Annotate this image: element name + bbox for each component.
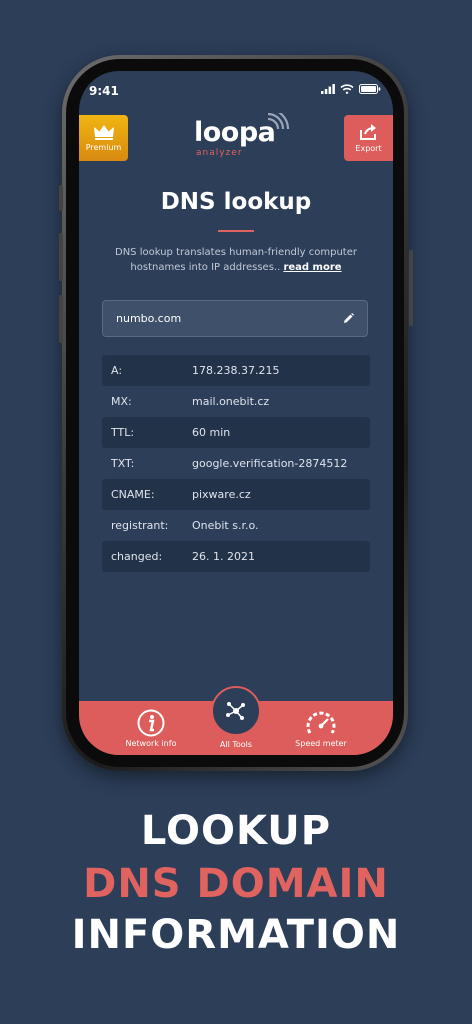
side-button — [59, 185, 63, 211]
table-row: MX: mail.onebit.cz — [102, 386, 370, 417]
logo-subtitle: analyzer — [196, 148, 243, 158]
record-key: TTL: — [111, 426, 135, 439]
domain-search-field[interactable] — [102, 300, 368, 337]
export-label: Export — [355, 144, 382, 153]
premium-button[interactable]: Premium — [79, 115, 128, 161]
headline-line-2: DNS DOMAIN — [83, 861, 389, 907]
status-time: 9:41 — [89, 84, 119, 98]
record-value: pixware.cz — [192, 488, 251, 501]
headline-line-3: INFORMATION — [71, 912, 401, 958]
dns-records-table: A: 178.238.37.215 MX: mail.onebit.cz TTL… — [102, 355, 370, 572]
network-hub-icon — [226, 702, 245, 720]
volume-down-button — [59, 295, 63, 343]
export-button[interactable]: Export — [344, 115, 393, 161]
record-value: google.verification-2874512 — [192, 457, 348, 470]
table-row: TXT: google.verification-2874512 — [102, 448, 370, 479]
phone-screen: 9:41 Premium loopa analyzer Export DNS l… — [79, 71, 393, 755]
record-key: TXT: — [111, 457, 135, 470]
page-title: DNS lookup — [160, 189, 312, 215]
tab-label: All Tools — [219, 740, 253, 749]
tab-speed-meter[interactable]: Speed meter — [291, 709, 351, 748]
info-icon — [137, 709, 165, 737]
record-value: 26. 1. 2021 — [192, 550, 255, 563]
record-key: CNAME: — [111, 488, 155, 501]
read-more-link[interactable]: read more — [283, 262, 341, 273]
headline-line-1: LOOKUP — [140, 808, 332, 854]
record-key: A: — [111, 364, 123, 377]
premium-label: Premium — [85, 143, 122, 152]
table-row: TTL: 60 min — [102, 417, 370, 448]
speedometer-icon — [306, 711, 336, 734]
record-key: registrant: — [111, 519, 169, 532]
table-row: registrant: Onebit s.r.o. — [102, 510, 370, 541]
table-row: A: 178.238.37.215 — [102, 355, 370, 386]
all-tools-button[interactable] — [211, 686, 261, 736]
wifi-icon — [340, 84, 354, 94]
domain-input[interactable] — [116, 312, 316, 325]
tab-label: Network info — [125, 739, 177, 748]
status-icons — [321, 84, 381, 94]
signal-waves-icon — [267, 113, 290, 130]
signal-icon — [321, 84, 335, 94]
record-key: MX: — [111, 395, 132, 408]
record-value: mail.onebit.cz — [192, 395, 270, 408]
table-row: CNAME: pixware.cz — [102, 479, 370, 510]
crown-icon — [93, 125, 114, 140]
tab-network-info[interactable]: Network info — [121, 709, 181, 748]
share-icon — [359, 124, 376, 140]
record-value: 178.238.37.215 — [192, 364, 280, 377]
record-key: changed: — [111, 550, 163, 563]
tab-all-tools[interactable]: All Tools — [206, 740, 266, 749]
power-button — [409, 250, 413, 326]
record-value: Onebit s.r.o. — [192, 519, 259, 532]
volume-up-button — [59, 233, 63, 281]
record-value: 60 min — [192, 426, 231, 439]
page-description: DNS lookup translates human-friendly com… — [93, 245, 379, 275]
battery-icon — [359, 84, 381, 94]
table-row: changed: 26. 1. 2021 — [102, 541, 370, 572]
tab-label: Speed meter — [295, 739, 347, 748]
pencil-icon[interactable] — [343, 313, 354, 324]
app-logo: loopa analyzer — [194, 113, 294, 163]
title-underline — [218, 230, 254, 232]
